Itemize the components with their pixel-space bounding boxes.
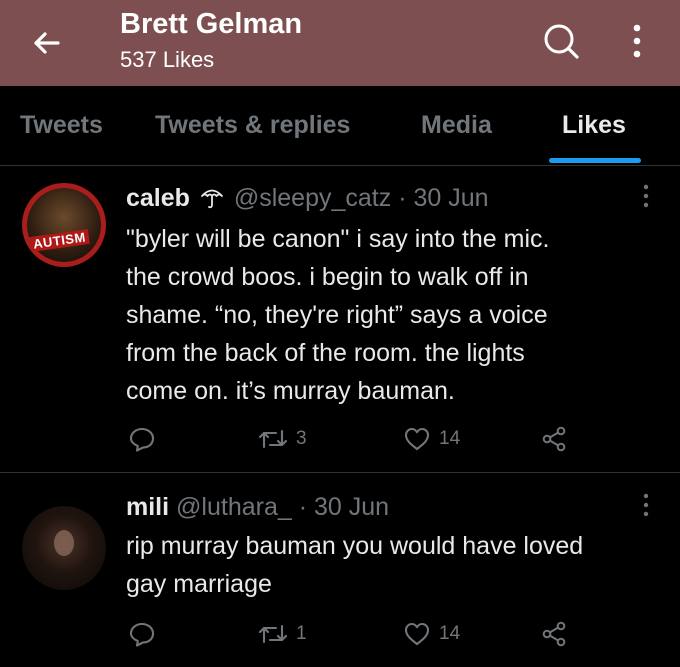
like-count: 14 [439, 623, 461, 644]
profile-header: Brett Gelman 537 Likes [0, 0, 680, 86]
tweet-text: "byler will be canon" i say into the mic… [126, 220, 666, 410]
tweet-text: rip murray bauman you would have loved g… [126, 527, 666, 603]
tweet-text-line: shame. “no, they're right” says a voice [126, 301, 548, 329]
tweet[interactable]: mili @luthara_ · 30 Jun rip murray bauma… [0, 473, 680, 667]
tab-likes[interactable]: Likes [562, 86, 626, 165]
tweet-text-line: rip murray bauman you would have loved [126, 532, 584, 560]
like-button[interactable]: 14 [403, 617, 460, 651]
like-button[interactable]: 14 [403, 422, 460, 456]
retweet-icon [258, 624, 288, 644]
reply-button[interactable] [128, 617, 156, 651]
tab-tweets-replies[interactable]: Tweets & replies [155, 86, 350, 165]
more-vertical-icon [633, 24, 641, 58]
search-button[interactable] [540, 20, 582, 62]
author-name[interactable]: caleb [126, 184, 190, 212]
reply-icon [129, 622, 155, 647]
share-icon [542, 426, 566, 452]
more-options-button[interactable] [624, 20, 650, 62]
retweet-button[interactable]: 1 [258, 617, 307, 651]
tweet-options-button[interactable] [637, 491, 655, 521]
back-button[interactable] [28, 24, 66, 62]
tweet-actions: 3 14 [0, 422, 680, 456]
arrow-left-icon [34, 32, 60, 54]
author-handle[interactable]: @sleepy_catz [234, 184, 391, 212]
meta-separator: · [398, 184, 407, 212]
likes-count: 537 Likes [120, 47, 215, 72]
reply-button[interactable] [128, 422, 156, 456]
reply-icon [129, 427, 155, 452]
active-tab-indicator [549, 158, 641, 163]
tab-media[interactable]: Media [421, 86, 492, 165]
tweet-text-line: "byler will be canon" i say into the mic… [126, 225, 550, 253]
more-vertical-icon [643, 493, 649, 517]
tweet-date[interactable]: 30 Jun [314, 493, 389, 521]
like-count: 14 [439, 428, 461, 449]
tweet-meta: caleb @sleepy_catz · 30 Jun [126, 184, 489, 213]
tab-tweets[interactable]: Tweets [20, 86, 103, 165]
avatar[interactable]: AUTISM [22, 183, 106, 267]
author-handle[interactable]: @luthara_ [176, 493, 292, 521]
profile-tabs: Tweets Tweets & replies Media Likes [0, 86, 680, 166]
tweet-meta: mili @luthara_ · 30 Jun [126, 493, 389, 522]
meta-separator: · [298, 493, 308, 521]
retweet-icon [258, 429, 288, 449]
avatar-image [54, 530, 74, 556]
retweet-button[interactable]: 3 [258, 422, 307, 456]
retweet-count: 3 [296, 428, 307, 449]
tweet-date[interactable]: 30 Jun [413, 184, 488, 212]
more-vertical-icon [643, 184, 649, 208]
profile-name: Brett Gelman [120, 8, 303, 40]
share-icon [542, 621, 566, 647]
tweet-options-button[interactable] [637, 182, 655, 212]
share-button[interactable] [540, 422, 568, 456]
umbrella-icon [200, 189, 223, 209]
retweet-count: 1 [296, 623, 307, 644]
tweet-text-line: gay marriage [126, 570, 272, 598]
share-button[interactable] [540, 617, 568, 651]
avatar[interactable] [22, 506, 106, 590]
author-name[interactable]: mili [126, 493, 169, 521]
tweet-text-line: from the back of the room. the lights [126, 339, 525, 367]
tweet-actions: 1 14 [0, 617, 680, 651]
tweet-text-line: come on. it’s murray bauman. [126, 377, 455, 405]
search-icon [544, 24, 579, 59]
tweet-text-line: the crowd boos. i begin to walk off in [126, 263, 529, 291]
heart-icon [404, 427, 430, 451]
heart-icon [404, 622, 430, 646]
tweet[interactable]: AUTISM caleb @sleepy_catz · 30 Jun "byle… [0, 166, 680, 473]
